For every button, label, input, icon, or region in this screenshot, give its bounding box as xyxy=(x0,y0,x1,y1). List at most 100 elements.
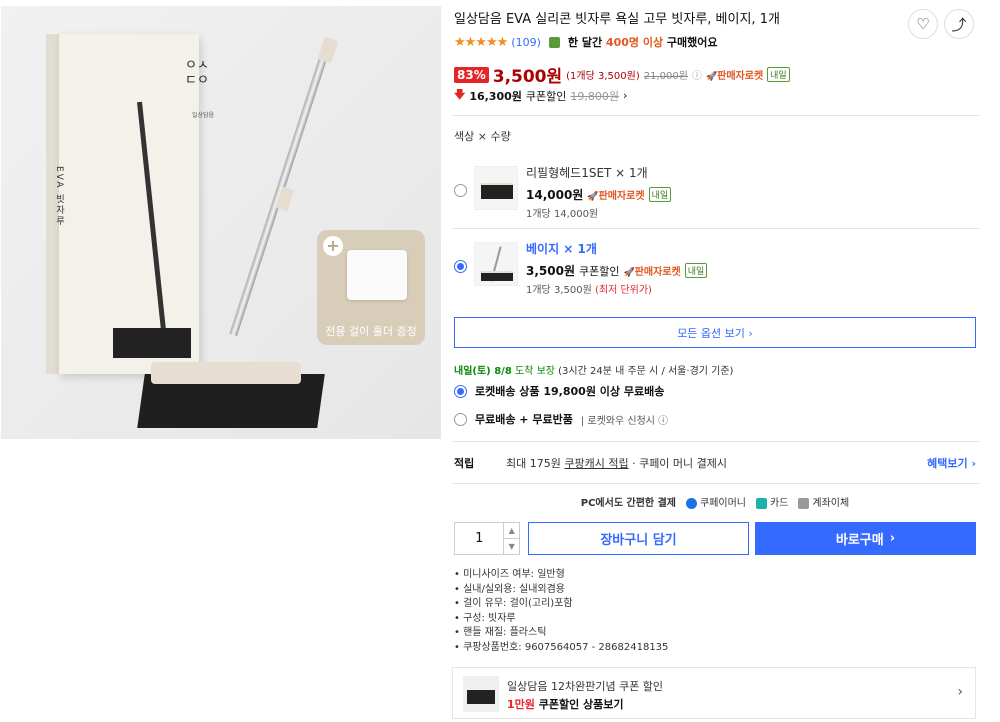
chevron-right-icon[interactable]: › xyxy=(957,684,963,700)
promo-amount: 1만원 xyxy=(507,698,535,711)
spec-item: 미니사이즈 여부: 일반형 xyxy=(454,568,668,583)
coupon-price-row[interactable]: 🡇 16,300원 쿠폰할인 19,800원 › xyxy=(454,86,627,105)
quantity-stepper[interactable]: 1 ▲ ▼ xyxy=(454,522,520,555)
quantity-input[interactable]: 1 xyxy=(455,523,503,554)
option-item-beige[interactable]: 베이지 × 1개 3,500원 쿠폰할인 판매자로켓 내일 1개당 3,500원… xyxy=(452,232,978,304)
option-unit-price: 1개당 3,500원 (최저 단위가) xyxy=(526,281,652,296)
benefit-link[interactable]: 혜택보기 › xyxy=(927,455,976,471)
bank-icon xyxy=(798,497,810,509)
option-price-row: 3,500원 쿠폰할인 판매자로켓 내일 xyxy=(526,262,708,279)
lowest-unit-tag: (최저 단위가) xyxy=(594,285,652,296)
arrival-info: 내일(토) 8/8 도착 보장 (3시간 24분 내 주문 시 / 서울·경기 … xyxy=(454,362,733,377)
option-radio-selected[interactable] xyxy=(454,260,467,273)
chevron-right-icon: › xyxy=(889,531,896,546)
option-unit-text: 1개당 14,000원 xyxy=(526,209,599,220)
quantity-up-icon[interactable]: ▲ xyxy=(504,523,519,539)
promo-action: 쿠폰할인 상품보기 xyxy=(538,698,624,711)
shipping-option-text: 로켓배송 상품 19,800원 이상 무료배송 xyxy=(475,385,665,398)
spec-item: 핸들 재질: 플라스틱 xyxy=(454,626,668,641)
quantity-buttons: ▲ ▼ xyxy=(503,523,519,554)
promo-subtitle: 1만원 쿠폰할인 상품보기 xyxy=(507,696,624,712)
points-text: 최대 175원 쿠팡캐시 적립 · 쿠페이 머니 결제시 xyxy=(506,455,727,471)
divider xyxy=(452,115,980,116)
box-brand-text: 일상담음 xyxy=(191,112,215,119)
plus-icon: + xyxy=(323,236,343,256)
option-radio[interactable] xyxy=(454,184,467,197)
option-price: 14,000원 xyxy=(526,188,584,202)
shipping-radio[interactable] xyxy=(454,412,467,426)
spec-list: 미니사이즈 여부: 일반형 실내/실외용: 실내외겸용 걸이 유무: 걸이(고리… xyxy=(454,568,668,655)
promo-title: 일상담음 12차완판기념 쿠폰 할인 xyxy=(507,680,664,693)
product-page: ㅇㅅ ㄷㅇ 일상담음 EVA 빗자루 + 전용 걸이 홀더 증정 일상담음 EV… xyxy=(0,0,1000,722)
shipping-option-text: 무료배송 + 무료반품 xyxy=(475,413,573,426)
shopping-bag-icon xyxy=(548,36,560,48)
option-price-row: 14,000원 판매자로켓 내일 xyxy=(526,186,672,203)
shipping-radio-selected[interactable] xyxy=(454,384,467,398)
add-to-cart-button[interactable]: 장바구니 담기 xyxy=(528,522,749,555)
shipping-option-free[interactable]: 무료배송 + 무료반품 | 로켓와우 신청시 ⓘ xyxy=(454,411,668,427)
card-icon xyxy=(756,497,767,509)
heart-icon[interactable]: ♡ xyxy=(908,9,938,39)
gift-card: + 전용 걸이 홀더 증정 xyxy=(317,230,425,345)
purchase-count: 한 달간 400명 이상 구매했어요 xyxy=(568,34,718,50)
product-image[interactable]: ㅇㅅ ㄷㅇ 일상담음 EVA 빗자루 + 전용 걸이 홀더 증정 xyxy=(1,6,441,439)
broom-grip xyxy=(317,36,339,64)
review-count-link[interactable]: (109) xyxy=(511,36,541,49)
option-thumbnail xyxy=(474,242,518,286)
thumb-head xyxy=(481,185,513,199)
seller-rocket-badge: 판매자로켓 xyxy=(623,263,681,278)
payment-method-coupay: 쿠페이머니 xyxy=(686,494,746,509)
option-name: 리필형헤드1SET × 1개 xyxy=(526,166,648,180)
rocket-wow-note: | 로켓와우 신청시 ⓘ xyxy=(580,415,669,427)
option-item-refill[interactable]: 리필형헤드1SET × 1개 14,000원 판매자로켓 내일 1개당 14,0… xyxy=(452,156,978,228)
tomorrow-badge: 내일 xyxy=(767,67,790,82)
chevron-right-icon: › xyxy=(622,89,628,102)
rating-row: ★★★★★ (109) 한 달간 400명 이상 구매했어요 xyxy=(454,34,718,50)
spec-item: 실내/실외용: 실내외겸용 xyxy=(454,583,668,598)
payment-row: PC에서도 간편한 결제 쿠페이머니 카드 계좌이체 xyxy=(454,494,976,509)
thumb-head xyxy=(481,273,513,281)
arrival-guarantee: 도착 보장 xyxy=(514,366,555,377)
points-row: 적립 최대 175원 쿠팡캐시 적립 · 쿠페이 머니 결제시 혜택보기 › xyxy=(454,455,976,471)
promo-thumbnail xyxy=(463,676,499,712)
buy-now-button[interactable]: 바로구매 › xyxy=(755,522,976,555)
payment-title: PC에서도 간편한 결제 xyxy=(580,498,676,509)
star-rating-icon: ★★★★★ xyxy=(454,34,508,50)
tomorrow-badge: 내일 xyxy=(648,187,672,202)
share-icon[interactable]: ⤴ xyxy=(944,9,974,39)
promo-coupon-card[interactable]: 일상담음 12차완판기념 쿠폰 할인 1만원 쿠폰할인 상품보기 › xyxy=(452,667,976,719)
coupon-price: 16,300원 xyxy=(469,89,522,103)
divider xyxy=(452,228,980,229)
arrival-note: (3시간 24분 내 주문 시 / 서울·경기 기준) xyxy=(558,366,734,377)
payment-method-bank: 계좌이체 xyxy=(798,494,849,509)
points-label: 적립 xyxy=(454,457,475,470)
holder-image xyxy=(347,250,407,300)
original-price: 21,000원 xyxy=(643,71,688,82)
box-side-text: EVA 빗자루 xyxy=(54,166,64,228)
down-arrow-icon: 🡇 xyxy=(454,88,466,101)
purchase-suffix: 구매했어요 xyxy=(666,36,718,49)
option-thumbnail xyxy=(474,166,518,210)
payment-method-label: 카드 xyxy=(770,498,789,509)
buy-now-label: 바로구매 xyxy=(835,533,884,548)
unit-price: (1개당 3,500원) xyxy=(566,71,640,82)
points-suffix: · 쿠페이 머니 결제시 xyxy=(632,457,728,470)
broom-head-black xyxy=(113,328,191,358)
product-title: 일상담음 EVA 실리콘 빗자루 욕실 고무 빗자루, 베이지, 1개 xyxy=(454,12,780,27)
spec-item: 쿠팡상품번호: 9607564057 - 28682418135 xyxy=(454,641,668,656)
all-options-button[interactable]: 모든 옵션 보기 › xyxy=(454,317,976,348)
shipping-option-rocket[interactable]: 로켓배송 상품 19,800원 이상 무료배송 xyxy=(454,383,664,399)
info-icon[interactable]: ⓘ xyxy=(692,67,702,82)
option-price: 3,500원 xyxy=(526,264,575,278)
coupon-text: 쿠폰할인 xyxy=(525,89,567,103)
tomorrow-badge: 내일 xyxy=(684,263,708,278)
divider xyxy=(452,441,980,442)
box-logo: ㅇㅅ ㄷㅇ xyxy=(185,58,209,88)
price-row: 83% 3,500원 (1개당 3,500원) 21,000원 ⓘ 판매자로켓 … xyxy=(454,62,790,87)
product-box xyxy=(59,34,199,374)
quantity-down-icon[interactable]: ▼ xyxy=(504,539,519,554)
points-link[interactable]: 쿠팡캐시 적립 xyxy=(564,457,628,470)
coupon-original-price: 19,800원 xyxy=(570,89,619,103)
payment-method-card: 카드 xyxy=(756,494,788,509)
coupay-icon xyxy=(686,497,697,509)
